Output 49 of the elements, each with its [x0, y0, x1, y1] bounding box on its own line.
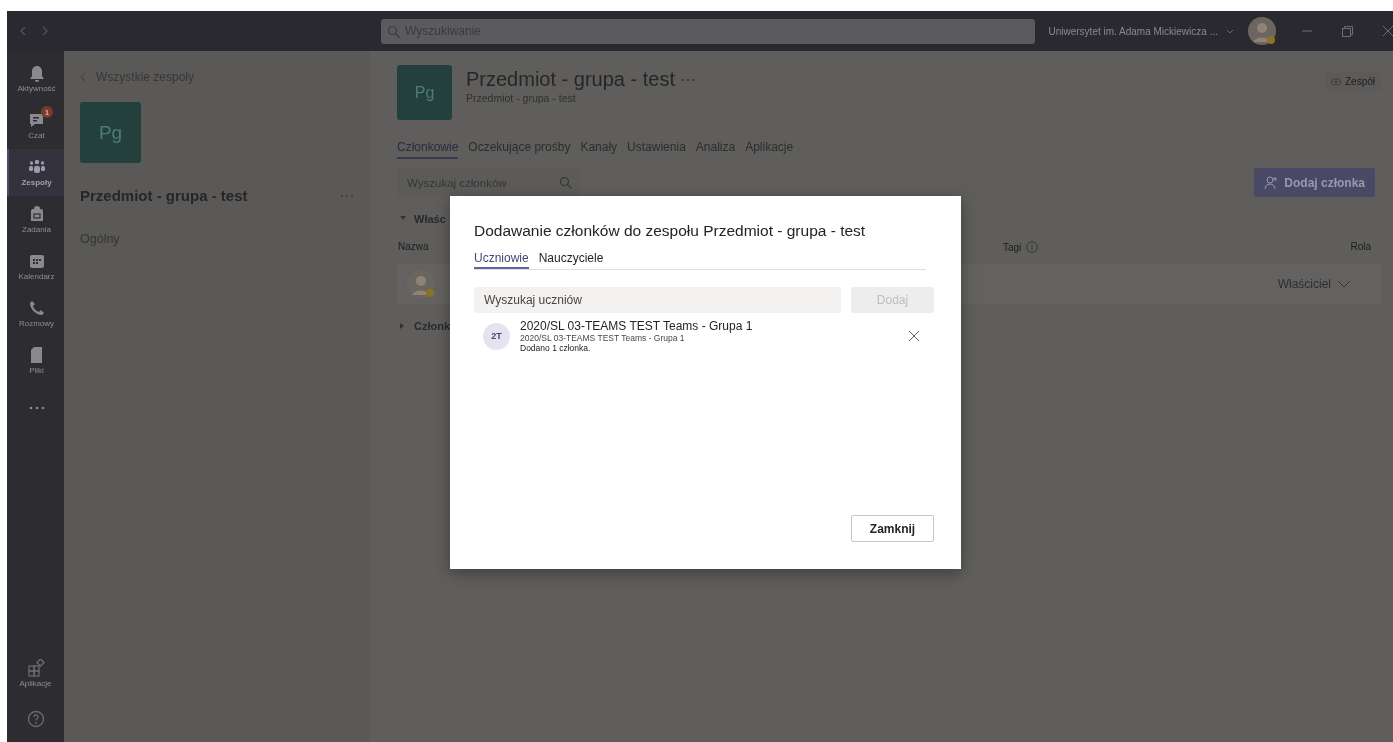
calendar-icon: [27, 252, 46, 270]
group-name: 2020/SL 03-TEAMS TEST Teams - Grupa 1: [520, 319, 754, 333]
avatar-icon: [1248, 17, 1276, 45]
people-icon: [27, 158, 46, 176]
organization-name[interactable]: Uniwersytet im. Adama Mickiewicza ...: [1048, 25, 1218, 37]
add-member-button[interactable]: Dodaj członka: [1254, 168, 1375, 197]
rail-item[interactable]: Zadania: [7, 196, 64, 243]
search-icon: [559, 176, 572, 189]
search-icon: [387, 24, 401, 38]
phone-icon: [27, 299, 46, 317]
rail-item[interactable]: Czat 1: [7, 102, 64, 149]
info-icon: [1026, 241, 1039, 253]
notification-badge: 1: [41, 106, 53, 118]
close-button[interactable]: Zamknij: [851, 515, 934, 542]
apps-icon[interactable]: [26, 658, 45, 677]
column-header: Tagi: [1003, 241, 1022, 253]
tab[interactable]: Nauczyciele: [538, 251, 604, 269]
add-person-icon: [1264, 175, 1279, 190]
team-title: Przedmiot - grupa - test: [466, 68, 675, 91]
group-avatar: 2T: [483, 322, 510, 350]
more-icon[interactable]: [680, 77, 695, 82]
rail-item[interactable]: Pliki: [7, 337, 64, 384]
chat-icon: [27, 111, 46, 129]
group-detail: 2020/SL 03-TEAMS TEST Teams - Grupa 1: [520, 333, 686, 343]
rail-item[interactable]: Rozmowy: [7, 290, 64, 337]
column-header: Rola: [1349, 241, 1372, 253]
close-icon[interactable]: [1383, 25, 1393, 36]
more-icon[interactable]: [340, 193, 354, 198]
rail-item[interactable]: Kalendarz: [7, 243, 64, 290]
chevron-down-icon: [1226, 28, 1234, 34]
tab[interactable]: Uczniowie: [474, 251, 529, 269]
avatar-icon: [407, 270, 435, 298]
rail-item[interactable]: Zespoły: [7, 149, 64, 196]
restore-icon[interactable]: [1342, 25, 1353, 37]
status-message: Dodano 1 członka.: [520, 343, 592, 353]
rail-item[interactable]: Aktywność: [7, 55, 64, 102]
student-search-field[interactable]: Wyszukaj uczniów: [474, 287, 841, 313]
team-tile: Pg: [397, 65, 452, 120]
bell-icon: [27, 64, 46, 82]
column-header: Nazwa: [398, 241, 430, 253]
team-tile: Pg: [80, 102, 141, 163]
dialog-title: Dodawanie członków do zespołu Przedmiot - grupa - test: [474, 222, 867, 240]
team-button[interactable]: Zespół: [1325, 72, 1381, 91]
rail-label[interactable]: Aplikacje: [19, 678, 52, 688]
more-icon: [28, 405, 45, 410]
eye-icon: [1331, 77, 1341, 86]
chevron-down-icon: [1337, 280, 1351, 288]
close-icon[interactable]: [909, 331, 919, 341]
help-icon[interactable]: [26, 710, 45, 728]
